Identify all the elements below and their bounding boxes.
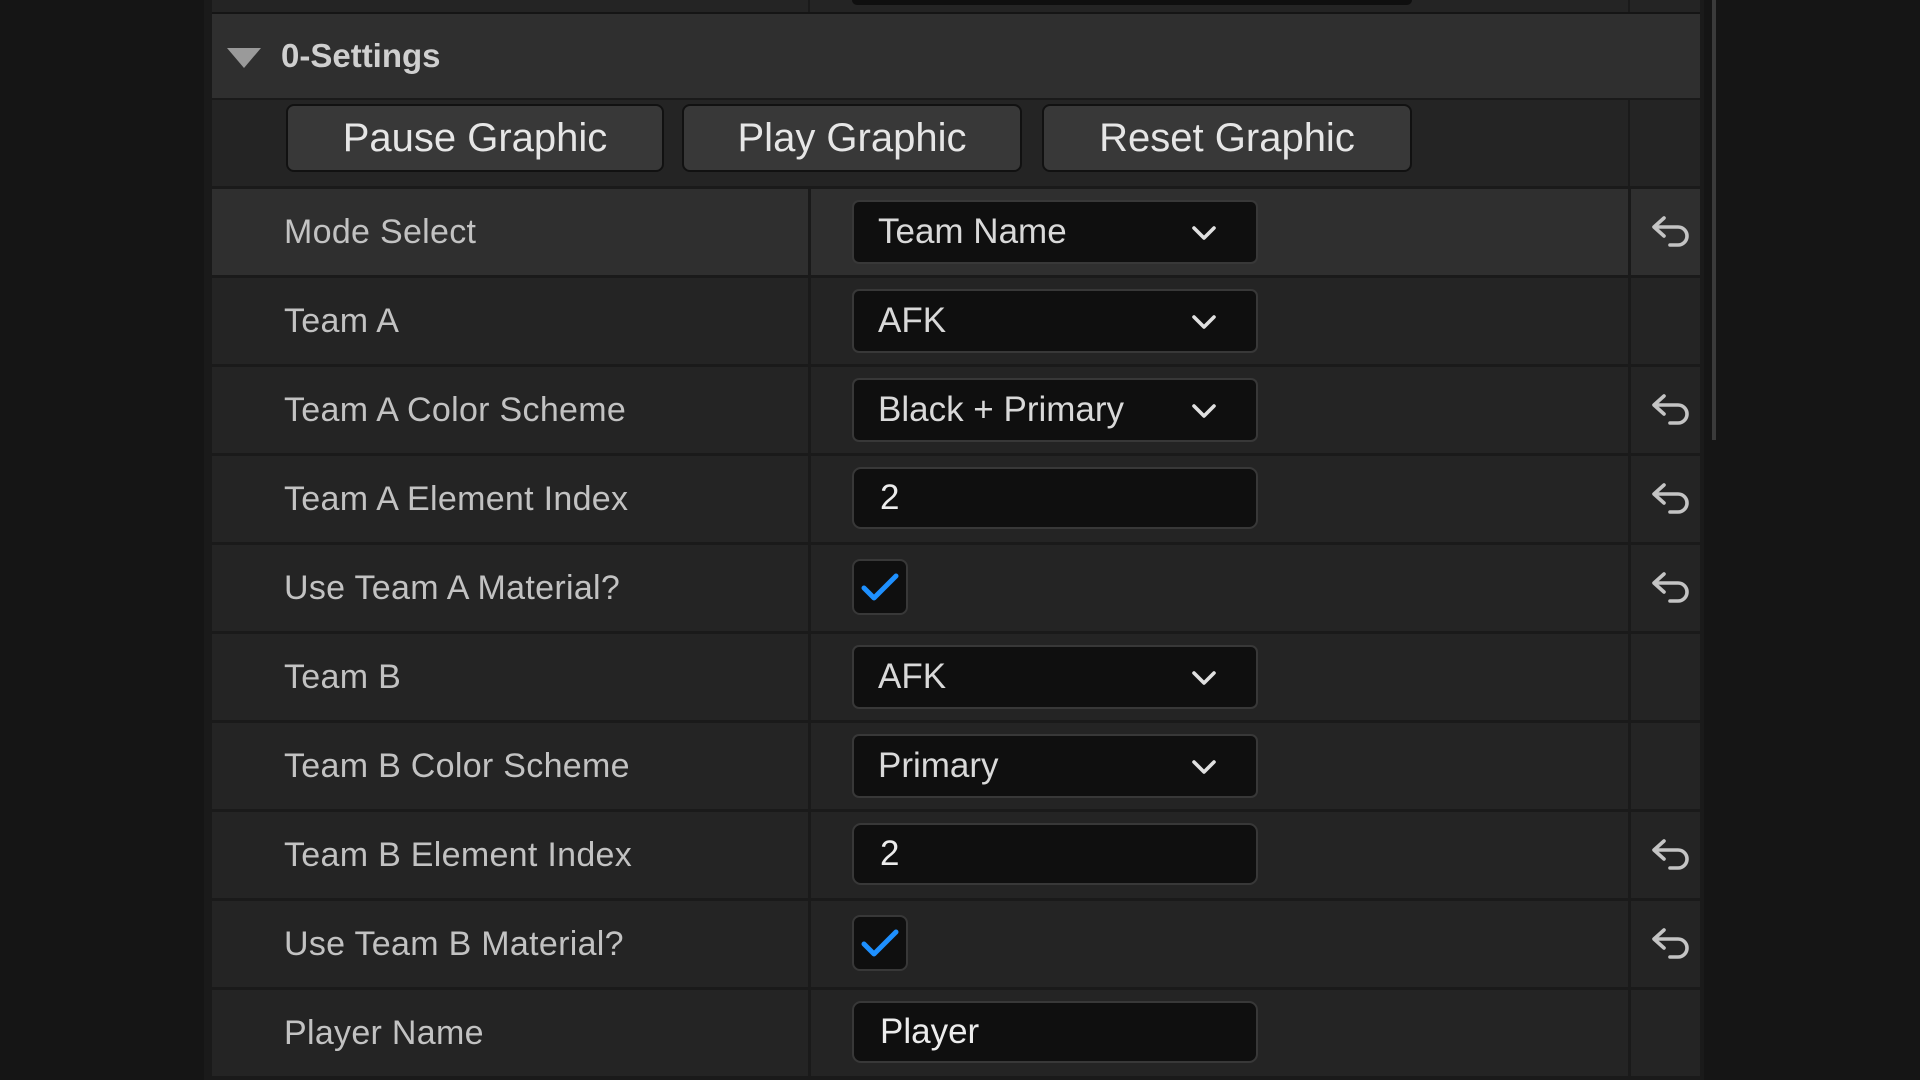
column-divider [808,0,810,12]
property-label: Team B [284,658,402,696]
column-divider [1628,0,1630,12]
reset-graphic-button[interactable]: Reset Graphic [1042,104,1412,172]
property-dropdown[interactable]: Team Name [852,200,1258,264]
column-divider [808,278,811,364]
property-checkbox[interactable] [852,559,908,615]
column-divider [1628,278,1631,364]
property-label: Team A [284,302,400,340]
dropdown-value: Team Name [878,212,1067,251]
property-row: Team B Element Index 2 [212,812,1700,898]
scrollbar[interactable] [1712,0,1716,440]
chevron-down-icon [1190,216,1218,244]
previous-field[interactable] [852,0,1412,5]
reset-arrow-icon[interactable] [1648,213,1692,253]
category-header[interactable]: 0-Settings [212,14,1700,98]
column-divider [808,812,811,898]
property-checkbox[interactable] [852,915,908,971]
column-divider [1628,812,1631,898]
number-input[interactable]: 2 [852,467,1258,529]
column-divider [1628,545,1631,631]
property-label: Team A Color Scheme [284,391,627,429]
chevron-down-icon [1190,750,1218,778]
column-divider [808,723,811,809]
play-graphic-button[interactable]: Play Graphic [682,104,1022,172]
column-divider [1628,189,1631,275]
property-label: Use Team A Material? [284,569,621,607]
dropdown-value: Primary [878,746,999,785]
reset-arrow-icon[interactable] [1648,391,1692,431]
column-divider [1628,901,1631,987]
reset-arrow-icon[interactable] [1648,836,1692,876]
property-dropdown[interactable]: AFK [852,645,1258,709]
column-divider [808,367,811,453]
property-label: Use Team B Material? [284,925,624,963]
column-divider [808,634,811,720]
chevron-down-icon [1190,394,1218,422]
property-dropdown[interactable]: AFK [852,289,1258,353]
dropdown-value: Black + Primary [878,390,1125,429]
chevron-down-icon [1190,661,1218,689]
column-divider [1628,990,1631,1076]
triangle-down-icon[interactable] [227,48,261,68]
input-value: 2 [880,478,900,517]
column-divider [1628,634,1631,720]
number-input[interactable]: 2 [852,823,1258,885]
column-divider [1628,367,1631,453]
dropdown-value: AFK [878,301,947,340]
property-row: Use Team B Material? [212,901,1700,987]
property-label: Team B Color Scheme [284,747,630,785]
property-row: Use Team A Material? [212,545,1700,631]
property-row: Mode Select Team Name [212,189,1700,275]
property-label: Team B Element Index [284,836,633,874]
input-value: 2 [880,834,900,873]
property-dropdown[interactable]: Primary [852,734,1258,798]
column-divider [808,990,811,1076]
property-label: Player Name [284,1014,484,1052]
property-label: Team A Element Index [284,480,629,518]
column-divider [1628,100,1630,186]
column-divider [808,189,811,275]
column-divider [1628,456,1631,542]
property-row: Player Name Player [212,990,1700,1076]
graphic-button-row: Pause Graphic Play Graphic Reset Graphic [212,100,1700,186]
column-divider [808,456,811,542]
reset-arrow-icon[interactable] [1648,480,1692,520]
chevron-down-icon [1190,305,1218,333]
reset-arrow-icon[interactable] [1648,569,1692,609]
reset-arrow-icon[interactable] [1648,925,1692,965]
property-row: Team B AFK [212,634,1700,720]
previous-property-row [212,0,1700,14]
text-input[interactable]: Player [852,1001,1258,1063]
pause-graphic-button[interactable]: Pause Graphic [286,104,664,172]
property-dropdown[interactable]: Black + Primary [852,378,1258,442]
property-row: Team A AFK [212,278,1700,364]
column-divider [808,545,811,631]
property-label: Mode Select [284,213,477,251]
dropdown-value: AFK [878,657,947,696]
input-value: Player [880,1012,980,1051]
property-row: Team A Element Index 2 [212,456,1700,542]
column-divider [808,901,811,987]
property-row: Team A Color Scheme Black + Primary [212,367,1700,453]
column-divider [1628,723,1631,809]
property-row: Team B Color Scheme Primary [212,723,1700,809]
category-title: 0-Settings [281,37,441,74]
